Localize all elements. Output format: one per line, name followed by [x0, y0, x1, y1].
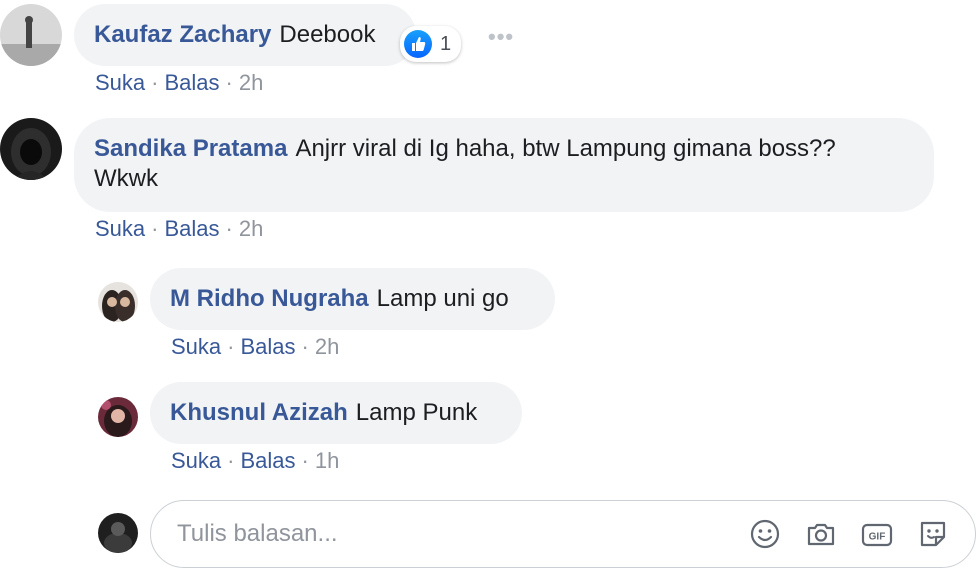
reply-bubble: Khusnul Azizah Lamp Punk: [150, 382, 522, 444]
separator: ·: [225, 216, 233, 241]
reply-button[interactable]: Balas: [240, 334, 295, 359]
reply-actions: Suka · Balas · 2h: [171, 334, 339, 360]
reply-author[interactable]: M Ridho Nugraha: [170, 285, 369, 312]
separator: ·: [227, 448, 235, 473]
sticker-icon[interactable]: [915, 516, 951, 552]
reaction-count: 1: [440, 32, 452, 55]
separator: ·: [227, 334, 235, 359]
like-button[interactable]: Suka: [171, 334, 221, 359]
separator: ·: [151, 70, 159, 95]
separator: ·: [151, 216, 159, 241]
reply-actions: Suka · Balas · 1h: [171, 448, 339, 474]
reply-bubble: M Ridho Nugraha Lamp uni go: [150, 268, 555, 330]
comment-text: Deebook: [279, 21, 376, 48]
separator: ·: [301, 334, 309, 359]
reply-composer: GIF: [150, 500, 976, 568]
reply-author[interactable]: Khusnul Azizah: [170, 399, 348, 426]
comment-bubble: Kaufaz Zachary Deebook: [74, 4, 416, 66]
more-options-icon[interactable]: •••: [488, 24, 514, 50]
timestamp[interactable]: 1h: [315, 448, 339, 473]
emoji-icon[interactable]: [747, 516, 783, 552]
reply-button[interactable]: Balas: [164, 216, 219, 241]
comment-actions: Suka · Balas · 2h: [95, 216, 263, 242]
comment-text-continued: Wkwk: [94, 165, 158, 192]
timestamp[interactable]: 2h: [239, 70, 263, 95]
timestamp[interactable]: 2h: [315, 334, 339, 359]
separator: ·: [225, 70, 233, 95]
gif-label: GIF: [869, 532, 886, 543]
comment-actions: Suka · Balas · 2h: [95, 70, 263, 96]
comment-text: Anjrr viral di Ig haha, btw Lampung gima…: [295, 135, 836, 162]
comment-author[interactable]: Sandika Pratama: [94, 135, 287, 162]
separator: ·: [301, 448, 309, 473]
comment-bubble: Sandika Pratama Anjrr viral di Ig haha, b…: [74, 118, 934, 212]
reply-button[interactable]: Balas: [240, 448, 295, 473]
like-button[interactable]: Suka: [95, 70, 145, 95]
avatar[interactable]: [98, 397, 138, 437]
gif-icon[interactable]: GIF: [859, 516, 895, 552]
reply-input[interactable]: [175, 513, 679, 555]
avatar[interactable]: [0, 118, 62, 180]
like-button[interactable]: Suka: [95, 216, 145, 241]
like-button[interactable]: Suka: [171, 448, 221, 473]
reaction-summary[interactable]: 1: [400, 26, 462, 62]
reply-text: Lamp uni go: [376, 285, 509, 312]
reply-text: Lamp Punk: [355, 399, 478, 426]
comment-author[interactable]: Kaufaz Zachary: [94, 21, 271, 48]
like-icon: [404, 30, 432, 58]
reply-button[interactable]: Balas: [164, 70, 219, 95]
current-user-avatar: [98, 513, 138, 553]
avatar[interactable]: [0, 4, 62, 66]
timestamp[interactable]: 2h: [239, 216, 263, 241]
avatar[interactable]: [98, 282, 138, 322]
camera-icon[interactable]: [803, 516, 839, 552]
